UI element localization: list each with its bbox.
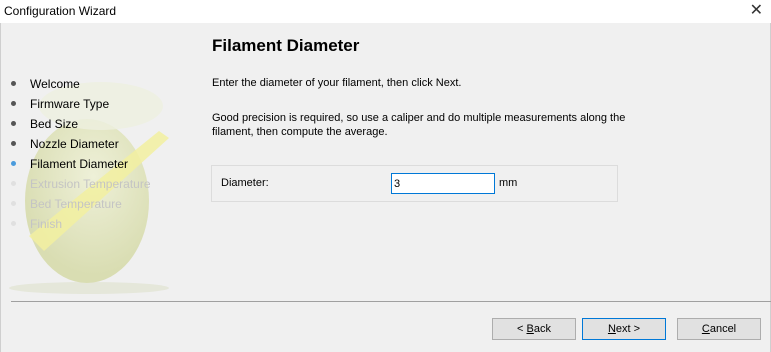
step-current-bullet-icon [11,161,16,166]
step-finish: Finish [11,217,151,237]
diameter-unit: mm [499,177,518,189]
step-bullet-icon [11,141,16,146]
diameter-input[interactable] [391,173,495,194]
wizard-steps: Welcome Firmware Type Bed Size Nozzle Di… [11,77,151,237]
step-firmware-type: Firmware Type [11,97,151,117]
next-button[interactable]: Next > [582,318,666,340]
step-bullet-icon [11,221,16,226]
step-bullet-icon [11,81,16,86]
back-button[interactable]: < Back [492,318,576,340]
step-extrusion-temperature: Extrusion Temperature [11,177,151,197]
step-bed-temperature: Bed Temperature [11,197,151,217]
diameter-panel: Diameter: mm [211,165,618,202]
step-bed-size: Bed Size [11,117,151,137]
step-bullet-icon [11,201,16,206]
instruction-text: Enter the diameter of your filament, the… [212,77,462,89]
diameter-label: Diameter: [221,177,269,189]
step-bullet-icon [11,101,16,106]
window-title: Configuration Wizard [4,4,117,18]
page-title: Filament Diameter [212,36,360,55]
button-separator [11,301,771,302]
wizard-body: Welcome Firmware Type Bed Size Nozzle Di… [0,23,771,352]
step-bullet-icon [11,121,16,126]
step-bullet-icon [11,181,16,186]
step-filament-diameter: Filament Diameter [11,157,151,177]
precision-note: Good precision is required, so use a cal… [212,112,626,138]
close-icon[interactable]: ✕ [750,1,763,21]
title-bar: Configuration Wizard ✕ [0,0,771,23]
step-welcome: Welcome [11,77,151,97]
cancel-button[interactable]: Cancel [677,318,761,340]
step-nozzle-diameter: Nozzle Diameter [11,137,151,157]
